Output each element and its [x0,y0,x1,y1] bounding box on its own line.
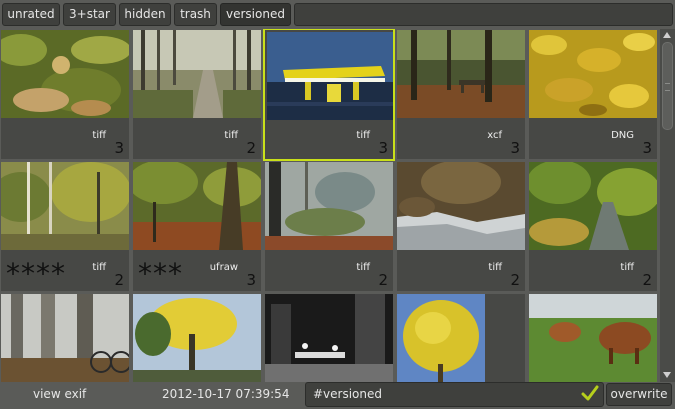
scrollbar-thumb[interactable] [662,42,673,130]
group-count: 2 [246,139,256,157]
thumbnail[interactable] [265,294,393,382]
file-format-label: tiff [356,262,370,273]
file-format-label: tiff [356,130,370,141]
thumbnail-image [265,162,393,250]
thumbnail-image [529,162,657,250]
file-format-label: xcf [487,130,502,141]
scroll-up-arrow-icon[interactable] [663,32,671,38]
star-rating[interactable]: *** [138,260,183,288]
thumbnail-grid: tiff 3 tiff 2 tiff 3 xcf 3 DNG 3 tiff **… [0,29,660,382]
thumbnail[interactable]: tiff 3 [1,30,129,159]
thumbnail-image [529,30,657,118]
thumbnail[interactable]: tiff 2 [397,162,525,291]
thumbnail-image [1,294,129,382]
thumbnail[interactable] [529,294,657,382]
checkmark-icon[interactable] [581,384,599,402]
file-format-label: tiff [92,130,106,141]
group-count: 3 [510,139,520,157]
scroll-down-arrow-icon[interactable] [663,372,671,378]
thumbnail-selected[interactable]: tiff 3 [263,29,395,161]
thumbnail[interactable] [1,294,129,382]
group-count: 2 [114,271,124,289]
search-input[interactable] [294,3,673,26]
thumbnail[interactable]: tiff **** 2 [1,162,129,291]
group-count: 2 [642,271,652,289]
timestamp-label: 2012-10-17 07:39:54 [162,387,290,401]
thumbnail-image [133,30,261,118]
file-format-label: tiff [620,262,634,273]
file-format-label: ufraw [209,262,238,273]
thumbnail[interactable]: tiff 2 [265,162,393,291]
filter-trash-button[interactable]: trash [174,3,217,26]
thumbnail-image [397,162,525,250]
thumbnail[interactable]: DNG 3 [529,30,657,159]
thumbnail[interactable]: ufraw *** 3 [133,162,261,291]
thumbnail[interactable]: tiff 2 [133,30,261,159]
filter-3-star-button[interactable]: 3+star [63,3,116,26]
filter-versioned-button[interactable]: versioned [220,3,291,26]
thumbnail[interactable]: xcf 3 [397,30,525,159]
file-format-label: DNG [611,130,634,141]
thumbnail-image [1,162,129,250]
group-count: 3 [114,139,124,157]
tag-input[interactable]: #versioned [305,382,604,407]
thumbnail-image [133,294,261,382]
filter-bar: unrated 3+star hidden trash versioned [0,0,675,30]
thumbnail-image [397,30,525,118]
group-count: 3 [642,139,652,157]
group-count: 2 [510,271,520,289]
status-bar: view exif 2012-10-17 07:39:54 #versioned… [0,382,675,409]
file-format-label: tiff [488,262,502,273]
filter-unrated-button[interactable]: unrated [2,3,60,26]
scrollbar-grip [665,83,670,91]
view-exif-button[interactable]: view exif [33,387,86,401]
thumbnail-image [265,294,393,382]
thumbnail-image [133,162,261,250]
file-format-label: tiff [92,262,106,273]
thumbnail-image [397,294,485,382]
filter-hidden-button[interactable]: hidden [119,3,171,26]
star-rating[interactable]: **** [6,260,66,288]
thumbnail-image [267,32,393,120]
thumbnail[interactable]: tiff 2 [529,162,657,291]
thumbnail[interactable] [397,294,525,382]
group-count: 2 [378,271,388,289]
thumbnail[interactable] [133,294,261,382]
overwrite-button[interactable]: overwrite [606,383,672,406]
thumbnail-image [1,30,129,118]
group-count: 3 [246,271,256,289]
file-format-label: tiff [224,130,238,141]
group-count: 3 [378,139,388,157]
thumbnail-image [529,294,657,382]
vertical-scrollbar[interactable] [660,29,675,382]
